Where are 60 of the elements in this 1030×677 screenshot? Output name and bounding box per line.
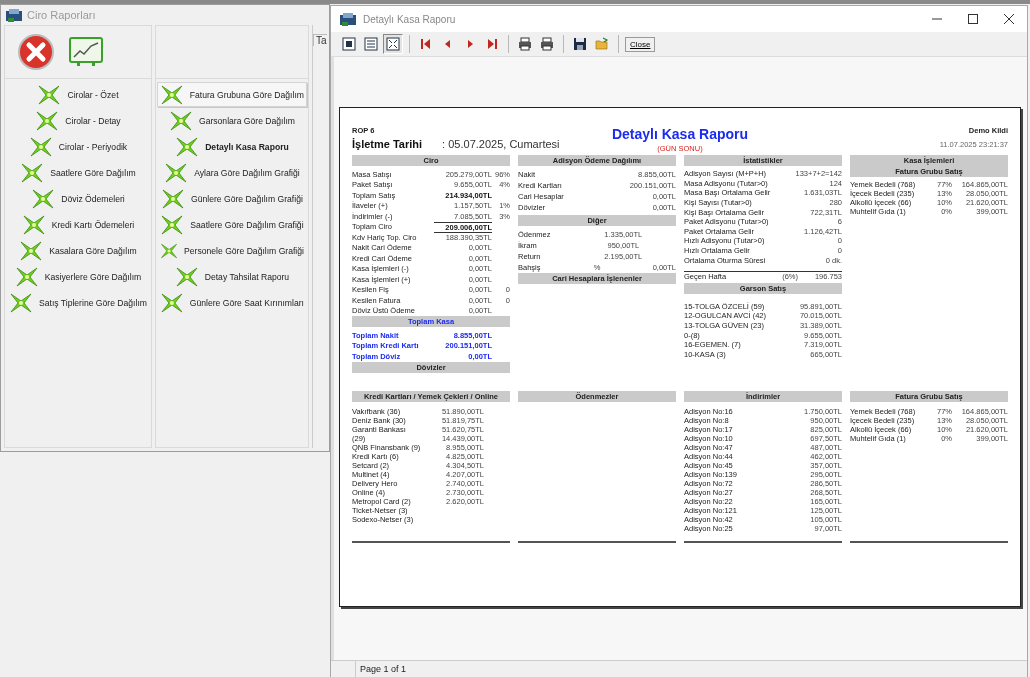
star-icon [174,265,199,288]
report-item[interactable]: Saatlere Göre Dağılım [6,160,150,185]
date-value: : 05.07.2025, Cumartesi [442,138,560,150]
page-view-button[interactable] [339,34,359,54]
arrows-page-icon [386,37,400,51]
report-item[interactable]: Garsonlara Göre Dağılım [156,108,307,133]
report-item[interactable]: Cirolar - Detay [6,108,150,133]
star-icon [21,213,46,236]
star-icon [160,213,185,236]
report-item[interactable]: Döviz Ödemeleri [6,186,150,211]
status-text: Page 1 of 1 [359,664,407,674]
report-item[interactable]: Detay Tahsilat Raporu [156,264,307,289]
star-icon [31,187,56,210]
report-item[interactable]: Cirolar - Özet [6,82,150,107]
chart-board-icon [69,37,103,67]
printer-icon [540,37,554,51]
zoom-button[interactable] [383,34,403,54]
star-icon [19,239,44,262]
report-item[interactable]: Günlere Göre Saat Kırınımları [156,290,307,315]
chart-button[interactable] [69,37,103,67]
triangle-bar-right-icon [485,37,499,51]
star-icon [20,161,45,184]
report-item[interactable]: Personele Göre Dağılım Grafiği [156,238,307,263]
report-item[interactable]: Cirolar - Periyodik [6,134,150,159]
close-icon [17,33,55,71]
star-icon [159,83,184,106]
report-item[interactable]: Detaylı Kasa Raporu [156,134,307,159]
report-item[interactable]: Saatlere Göre Dağılım Grafiği [156,212,307,237]
bar-triangle-left-icon [419,37,433,51]
close-button[interactable]: Close [625,36,656,52]
lines-page-icon [364,37,378,51]
printer-icon [518,37,532,51]
report-item[interactable]: Kredi Kartı Ödemeleri [6,212,150,237]
star-icon [159,291,184,314]
tab[interactable]: Ta [312,34,327,46]
window-title: Detaylı Kasa Raporu [363,13,457,25]
star-icon [168,109,193,132]
star-icon [161,187,186,210]
date-label: İşletme Tarihi [352,138,423,150]
window-title: Ciro Raporları [27,9,96,21]
report-item[interactable]: Fatura Grubuna Göre Dağılım [156,82,307,107]
star-icon [28,135,53,158]
star-icon [175,135,200,158]
report-item[interactable]: Kasiyerlere Göre Dağılım [6,264,150,289]
star-icon [37,83,62,106]
star-icon [164,161,189,184]
square-page-icon [342,37,356,51]
folder-icon [595,37,609,51]
close-icon [1004,14,1014,24]
star-icon [9,291,33,314]
report-item[interactable]: Günlere Göre Dağılım Grafiği [156,186,307,211]
maximize-icon [968,14,978,24]
app-icon [339,11,357,27]
star-icon [35,109,60,132]
report-item[interactable]: Aylara Göre Dağılım Grafiği [156,160,307,185]
app-icon [5,7,23,23]
report-item[interactable]: Satış Tiplerine Göre Dağılım [6,290,150,315]
report-item[interactable]: Kasalara Göre Dağılım [6,238,150,263]
report-title: Detaylı Kasa Raporu [611,126,749,142]
star-icon [14,265,39,288]
